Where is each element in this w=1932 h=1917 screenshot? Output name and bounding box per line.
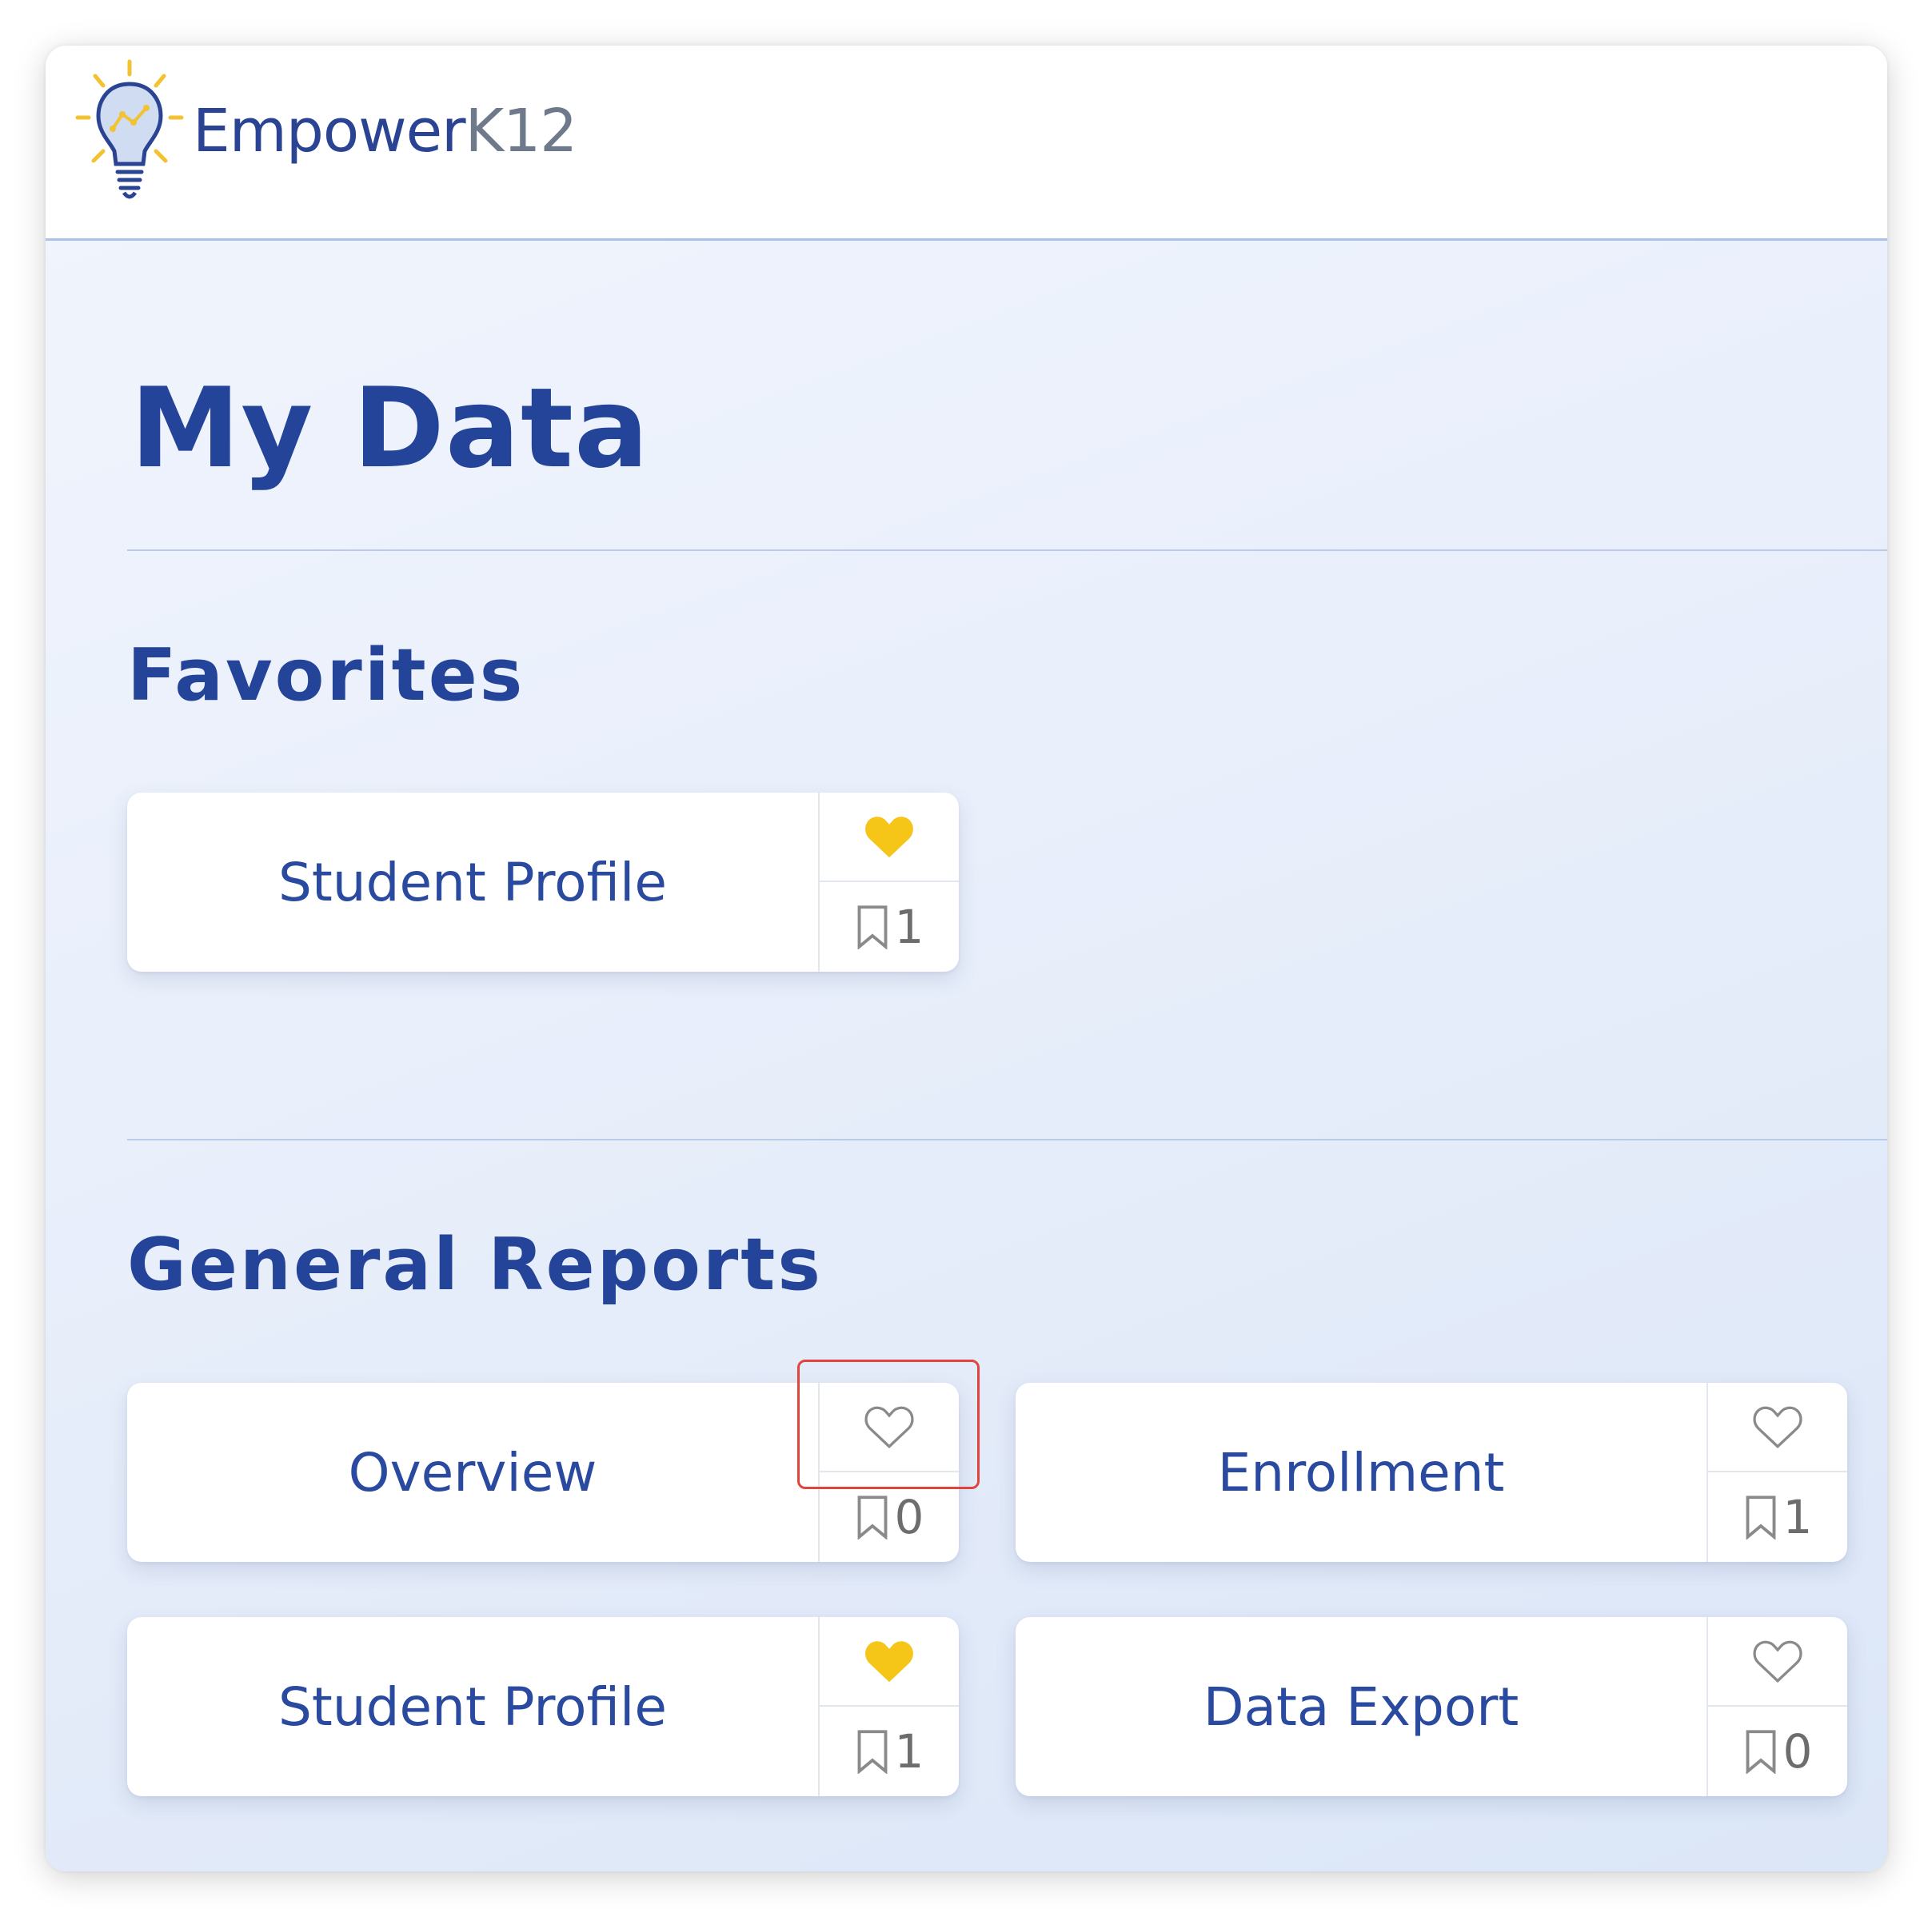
bookmark-count-value: 1 [894,900,924,954]
bookmark-count-value: 0 [1782,1724,1813,1779]
bookmark-icon [1746,1730,1775,1774]
top-bar: EmpowerK12 [46,46,1887,241]
divider [127,1139,1887,1140]
card-actions: 0 [818,1383,959,1562]
report-card-link[interactable]: Overview [127,1383,818,1562]
card-actions: 0 [1706,1617,1847,1796]
report-card-data-export: Data Export 0 [1016,1617,1847,1796]
report-card-link[interactable]: Enrollment [1016,1383,1706,1562]
bookmark-icon [857,1730,887,1774]
report-card-enrollment: Enrollment 1 [1016,1383,1847,1562]
bookmark-count: 0 [820,1472,959,1562]
favorite-button[interactable] [820,1383,959,1472]
bookmark-count: 1 [1708,1472,1847,1562]
logo-text-secondary: K12 [465,97,578,166]
logo[interactable]: EmpowerK12 [70,52,577,204]
bookmark-count-value: 1 [894,1724,924,1779]
heart-outline-icon [864,1406,914,1449]
report-card-link[interactable]: Student Profile [127,793,818,972]
heart-outline-icon [1753,1640,1802,1683]
favorite-button[interactable] [1708,1383,1847,1472]
bookmark-icon [1746,1496,1775,1540]
divider [127,549,1887,551]
report-card-overview: Overview 0 [127,1383,959,1562]
bookmark-count-value: 1 [1782,1490,1813,1544]
bookmark-icon [857,1496,887,1540]
report-card-link[interactable]: Data Export [1016,1617,1706,1796]
favorite-button[interactable] [820,1617,959,1707]
logo-text-primary: Empower [193,97,466,166]
card-actions: 1 [818,793,959,972]
bookmark-count: 0 [1708,1707,1847,1796]
favorite-button[interactable] [820,793,959,882]
general-reports-title: General Reports [127,1223,823,1307]
bookmark-count: 1 [820,882,959,972]
report-card-student-profile: Student Profile 1 [127,1617,959,1796]
bookmark-icon [857,905,887,949]
lightbulb-icon [75,59,184,199]
page-title: My Data [130,364,650,493]
app-window: EmpowerK12 My Data Favorites Student Pro… [46,46,1887,1871]
heart-filled-icon [865,1641,913,1683]
card-actions: 1 [818,1617,959,1796]
favorite-button[interactable] [1708,1617,1847,1707]
heart-filled-icon [865,817,913,858]
logo-text: EmpowerK12 [193,97,577,166]
bookmark-count-value: 0 [894,1490,924,1544]
favorites-title: Favorites [127,633,525,717]
report-card-link[interactable]: Student Profile [127,1617,818,1796]
report-card-favorite-student-profile: Student Profile 1 [127,793,959,972]
bookmark-count: 1 [820,1707,959,1796]
heart-outline-icon [1753,1406,1802,1449]
card-actions: 1 [1706,1383,1847,1562]
